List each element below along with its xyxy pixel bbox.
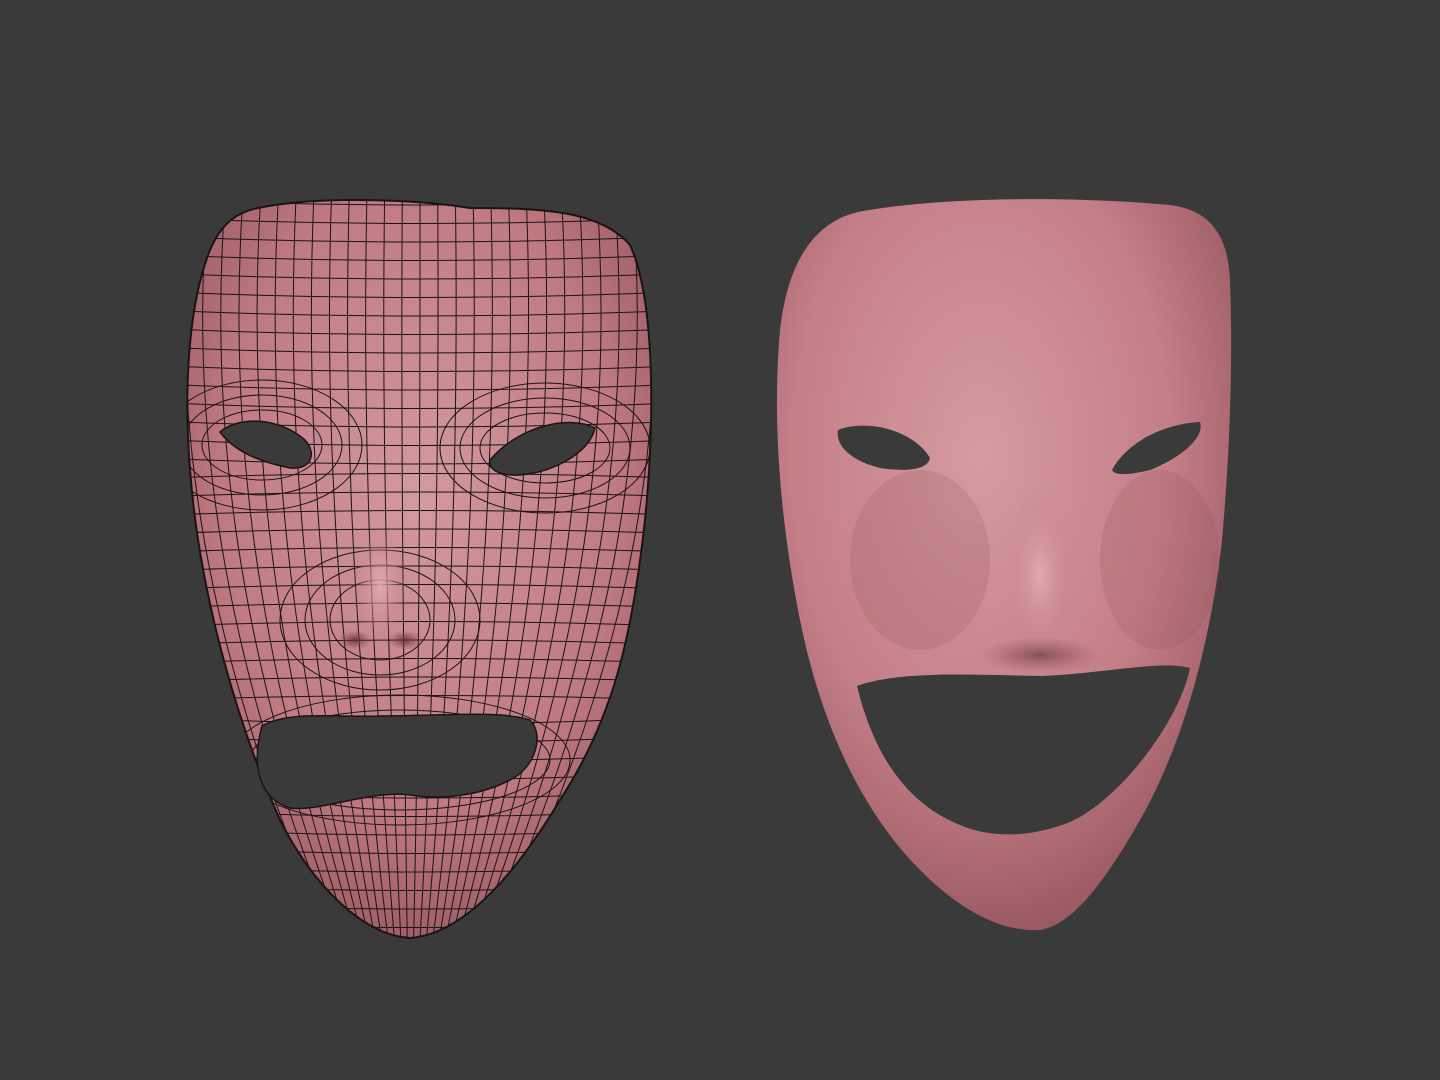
nose-highlight <box>352 525 408 645</box>
render-viewport <box>180 199 1232 946</box>
tragedy-mask <box>180 199 660 946</box>
comedy-mask <box>776 199 1232 931</box>
cheek-shadow-right <box>1100 470 1220 650</box>
nose-tip-shadow <box>980 637 1100 673</box>
cheek-shadow-left <box>850 470 990 650</box>
wire-line <box>180 940 660 946</box>
nose-ridge <box>1005 490 1075 660</box>
nostril-right <box>387 630 423 650</box>
nostril-left <box>337 630 373 650</box>
